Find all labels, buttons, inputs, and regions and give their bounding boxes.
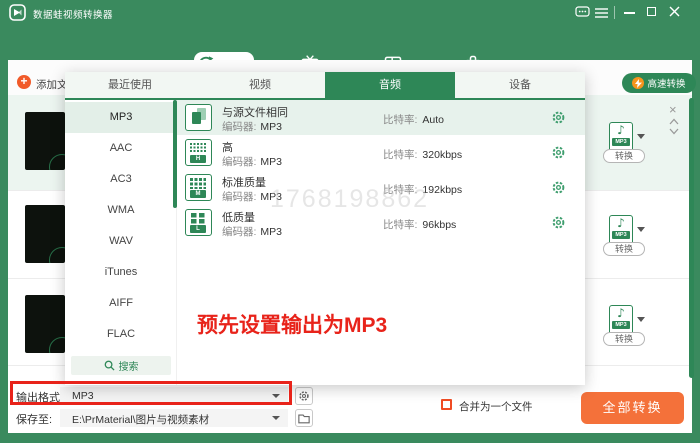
- output-format-icon[interactable]: ♪ MP3: [609, 215, 633, 245]
- output-format-icon[interactable]: ♪ MP3: [609, 122, 633, 152]
- video-thumbnail[interactable]: [25, 112, 65, 170]
- panel-tab-video[interactable]: 视频: [195, 72, 325, 98]
- move-down-icon[interactable]: [669, 128, 679, 135]
- panel-tab-bar: 最近使用 视频 音频 设备: [65, 72, 585, 100]
- quality-low-icon: L: [185, 209, 212, 236]
- preset-name: 与源文件相同: [222, 104, 288, 120]
- quality-badge: H: [190, 155, 206, 163]
- music-note-icon: ♪: [610, 123, 632, 137]
- gear-icon[interactable]: [551, 180, 566, 195]
- feedback-icon[interactable]: [575, 6, 590, 19]
- convert-file-button[interactable]: 转换: [603, 149, 645, 163]
- app-title: 数据蛙视频转换器: [33, 7, 113, 21]
- fast-convert-button[interactable]: 高速转换: [622, 73, 696, 93]
- gear-icon[interactable]: [551, 110, 566, 125]
- preset-high[interactable]: H 高 编码器: MP3 比特率: 320kbps: [177, 135, 585, 170]
- convert-all-button[interactable]: 全部转换: [581, 392, 684, 424]
- bitrate-value: 320kbps: [422, 149, 462, 161]
- menu-icon[interactable]: [595, 8, 608, 18]
- convert-file-button[interactable]: 转换: [603, 242, 645, 256]
- main-area: + 添加文件 高速转换 ♪ MP3 转换 ×: [8, 60, 692, 433]
- caret-down-icon[interactable]: [637, 317, 645, 322]
- format-item-mp3[interactable]: MP3: [65, 102, 177, 133]
- preset-same-as-source[interactable]: 与源文件相同 编码器: MP3 比特率: Auto: [177, 100, 585, 135]
- merge-label[interactable]: 合并为一个文件: [459, 399, 533, 414]
- close-icon[interactable]: [669, 6, 680, 17]
- format-item-aiff[interactable]: AIFF: [65, 288, 177, 319]
- music-note-icon: ♪: [610, 306, 632, 320]
- video-thumbnail[interactable]: [25, 205, 65, 263]
- format-list: MP3 AAC AC3 WMA WAV iTunes AIFF FLAC 搜索: [65, 102, 177, 385]
- app-window: 数据蛙视频转换器 转换: [0, 0, 700, 443]
- encoder-value: MP3: [260, 156, 282, 168]
- titlebar-divider: [614, 6, 615, 19]
- save-to-label: 保存至:: [16, 411, 52, 427]
- gear-icon: [298, 390, 310, 402]
- annotation-rectangle: [10, 381, 292, 405]
- caret-down-icon: [272, 416, 280, 420]
- music-note-icon: ♪: [610, 216, 632, 230]
- encoder-label: 编码器:: [222, 156, 256, 168]
- maximize-icon[interactable]: [647, 7, 656, 16]
- remove-file-icon[interactable]: ×: [669, 104, 677, 116]
- convert-file-button[interactable]: 转换: [603, 332, 645, 346]
- panel-tab-audio[interactable]: 音频: [325, 72, 455, 98]
- search-icon: [104, 360, 115, 371]
- encoder-value: MP3: [260, 121, 282, 133]
- merge-checkbox[interactable]: [441, 399, 452, 410]
- caret-down-icon[interactable]: [637, 134, 645, 139]
- bitrate-value: 96kbps: [422, 219, 456, 231]
- panel-tab-recent[interactable]: 最近使用: [65, 72, 195, 98]
- video-thumbnail[interactable]: [25, 295, 65, 353]
- preset-name: 高: [222, 139, 233, 155]
- save-path-select[interactable]: E:\PrMaterial\图片与视频素材: [60, 409, 288, 427]
- bitrate-value: Auto: [422, 114, 444, 126]
- panel-tab-device[interactable]: 设备: [455, 72, 585, 98]
- file-list-scrollbar[interactable]: [689, 98, 694, 378]
- format-item-ac3[interactable]: AC3: [65, 164, 177, 195]
- copy-source-icon: [185, 104, 212, 131]
- format-item-wma[interactable]: WMA: [65, 195, 177, 226]
- format-settings-button[interactable]: [295, 387, 313, 405]
- encoder-label: 编码器:: [222, 121, 256, 133]
- format-panel: 最近使用 视频 音频 设备 MP3 AAC AC3 WMA WAV iTunes…: [65, 72, 585, 385]
- search-label: 搜索: [119, 358, 139, 373]
- title-bar: 数据蛙视频转换器: [0, 0, 700, 25]
- bitrate-label: 比特率:: [383, 149, 417, 161]
- quality-badge: M: [190, 190, 206, 198]
- quality-standard-icon: M: [185, 174, 212, 201]
- caret-down-icon[interactable]: [637, 227, 645, 232]
- preset-name: 低质量: [222, 209, 255, 225]
- gear-icon[interactable]: [551, 215, 566, 230]
- minimize-icon[interactable]: [624, 12, 635, 14]
- move-up-icon[interactable]: [669, 118, 679, 125]
- quality-badge: L: [190, 225, 206, 233]
- bitrate-label: 比特率:: [383, 219, 417, 231]
- annotation-text: 预先设置输出为MP3: [197, 309, 387, 339]
- watermark-text: 1768198862: [270, 185, 429, 214]
- fast-convert-label: 高速转换: [647, 76, 685, 90]
- format-item-itunes[interactable]: iTunes: [65, 257, 177, 288]
- format-item-flac[interactable]: FLAC: [65, 319, 177, 350]
- encoder-label: 编码器:: [222, 191, 256, 203]
- browse-folder-button[interactable]: [295, 409, 313, 427]
- preset-name: 标准质量: [222, 174, 266, 190]
- app-logo-icon: [9, 4, 26, 21]
- plus-icon[interactable]: +: [17, 75, 31, 89]
- output-format-icon[interactable]: ♪ MP3: [609, 305, 633, 335]
- folder-icon: [298, 413, 310, 424]
- save-path-value: E:\PrMaterial\图片与视频素材: [72, 412, 209, 427]
- gear-icon[interactable]: [551, 145, 566, 160]
- encoder-value: MP3: [260, 226, 282, 238]
- quality-high-icon: H: [185, 139, 212, 166]
- format-item-aac[interactable]: AAC: [65, 133, 177, 164]
- format-item-wav[interactable]: WAV: [65, 226, 177, 257]
- bitrate-label: 比特率:: [383, 114, 417, 126]
- nav-tab-bar: 转换 短视频制作 分屏: [0, 25, 700, 60]
- encoder-label: 编码器:: [222, 226, 256, 238]
- format-search[interactable]: 搜索: [71, 356, 171, 375]
- lightning-icon: [632, 77, 644, 89]
